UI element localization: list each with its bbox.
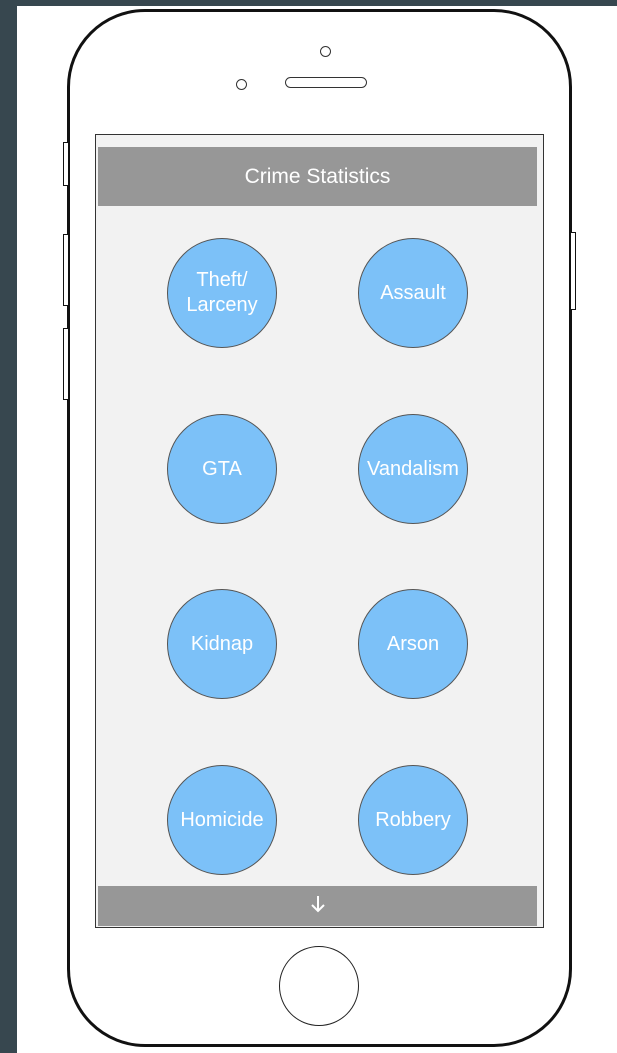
gta-button[interactable]: GTA [167,414,277,524]
front-camera [320,46,331,57]
kidnap-button[interactable]: Kidnap [167,589,277,699]
arson-button[interactable]: Arson [358,589,468,699]
sensor-dot [236,79,247,90]
crime-label: Homicide [180,808,264,831]
robbery-button[interactable]: Robbery [358,765,468,875]
crime-label: Arson [386,632,440,655]
scroll-down-button[interactable] [98,886,537,926]
earpiece-speaker [285,77,367,88]
crime-label: Robbery [375,808,451,831]
crime-label: Vandalism [367,457,459,480]
assault-button[interactable]: Assault [358,238,468,348]
crime-label-line: Larceny [186,294,258,316]
phone-screen: Crime Statistics Theft/ Larceny Assault … [95,134,544,928]
volume-up-button [63,234,69,306]
volume-down-button [63,328,69,400]
page-title: Crime Statistics [98,147,537,206]
mute-switch [63,142,69,186]
crime-label: Assault [380,281,446,304]
theft-larceny-button[interactable]: Theft/ Larceny [167,238,277,348]
power-button [570,232,576,310]
arrow-down-icon [309,894,327,919]
homicide-button[interactable]: Homicide [167,765,277,875]
crime-label: GTA [202,457,242,480]
vandalism-button[interactable]: Vandalism [358,414,468,524]
crime-label: Kidnap [190,632,254,655]
home-button[interactable] [279,946,359,1026]
crime-label-line: Theft/ [196,269,248,291]
mockup-canvas: Crime Statistics Theft/ Larceny Assault … [17,6,617,1053]
